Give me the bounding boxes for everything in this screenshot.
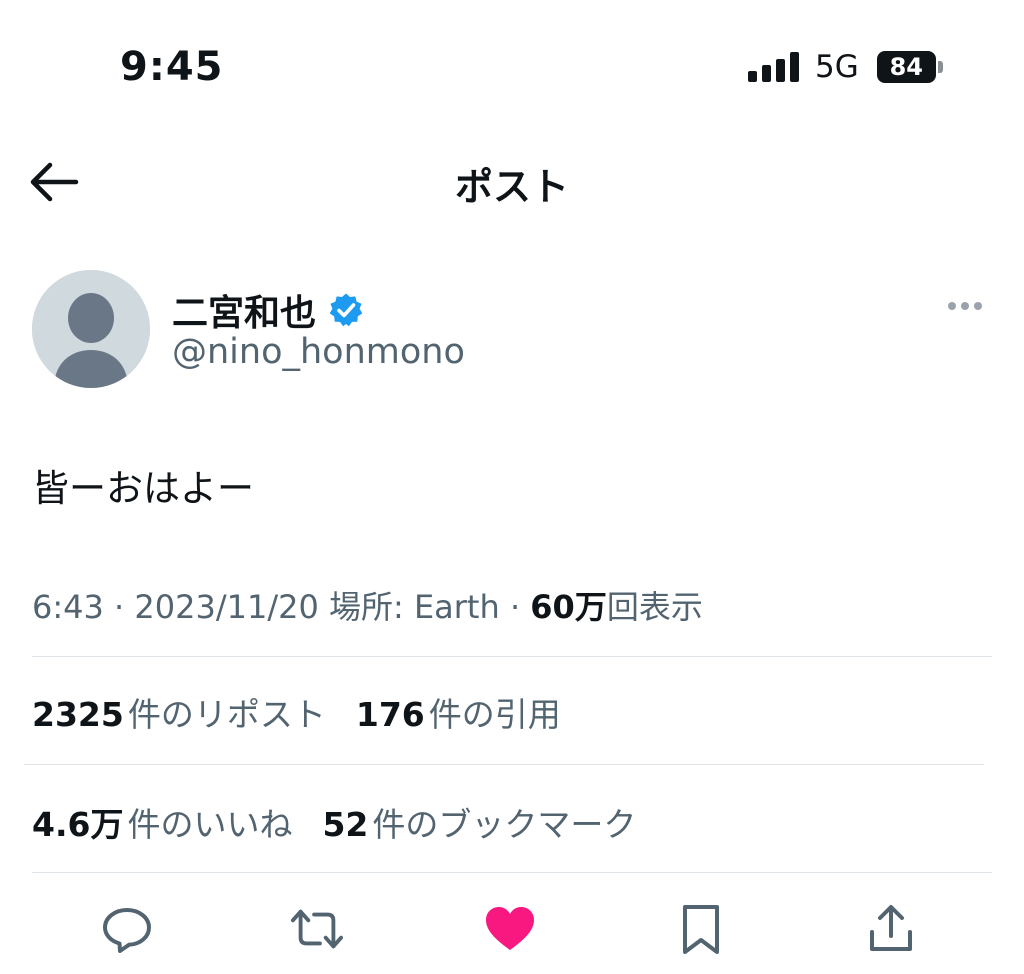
divider (32, 656, 992, 657)
page-title: ポスト (454, 165, 569, 209)
divider (24, 764, 984, 765)
bookmark-button[interactable] (674, 902, 728, 956)
display-name[interactable]: 二宮和也 (172, 284, 364, 336)
reposts-count: 2325 (32, 695, 124, 734)
display-name-text: 二宮和也 (172, 293, 317, 334)
reply-icon (103, 908, 151, 953)
more-options-button[interactable] (948, 294, 988, 318)
post-text: 皆ーおはよー (32, 467, 254, 510)
stats-row-likes: 4.6万 件のいいね 52 件のブックマーク (32, 798, 636, 846)
quotes-stat[interactable]: 176 件の引用 (356, 688, 561, 736)
bookmarks-count: 52 (322, 805, 369, 844)
bookmarks-stat[interactable]: 52 件のブックマーク (322, 798, 636, 846)
post-detail-screen: 9:45 5G 84 ポスト 二宮和也 @nino_honmono 皆ーおはよー… (0, 0, 1024, 974)
bookmarks-label: 件のブックマーク (372, 805, 637, 844)
repost-button[interactable] (290, 902, 344, 956)
repost-icon (290, 909, 344, 949)
battery-icon: 84 (876, 51, 943, 83)
bookmark-icon (683, 905, 719, 954)
quotes-label: 件の引用 (428, 695, 561, 734)
like-button[interactable] (483, 902, 537, 956)
meta-separator: · (114, 588, 125, 626)
post-meta: 6:43 · 2023/11/20 場所: Earth · 60万回表示 (32, 582, 703, 628)
status-indicators: 5G 84 (748, 49, 943, 85)
heart-icon (486, 907, 534, 950)
quotes-count: 176 (355, 695, 425, 734)
views-count[interactable]: 60万 (530, 588, 607, 626)
likes-stat[interactable]: 4.6万 件のいいね (32, 798, 292, 846)
meta-separator: · (509, 588, 521, 626)
default-user-icon (32, 270, 150, 388)
share-icon (870, 905, 912, 951)
divider (32, 872, 992, 873)
battery-level: 84 (876, 51, 936, 83)
verified-badge-icon (329, 293, 363, 327)
user-handle[interactable]: @nino_honmono (172, 332, 465, 372)
reply-button[interactable] (100, 902, 154, 956)
stats-row-reposts: 2325 件のリポスト 176 件の引用 (32, 688, 561, 736)
status-time: 9:45 (120, 44, 224, 90)
avatar[interactable] (32, 270, 150, 388)
likes-count: 4.6万 (32, 805, 124, 844)
likes-label: 件のいいね (127, 805, 293, 844)
signal-icon (748, 52, 799, 82)
reposts-stat[interactable]: 2325 件のリポスト (32, 688, 326, 736)
reposts-label: 件のリポスト (127, 695, 326, 734)
network-type: 5G (815, 49, 859, 85)
views-label[interactable]: 回表示 (607, 588, 703, 626)
share-button[interactable] (864, 902, 918, 956)
post-time[interactable]: 6:43 (32, 588, 104, 626)
post-location: 場所: Earth (328, 588, 500, 626)
post-date[interactable]: 2023/11/20 (134, 588, 318, 626)
